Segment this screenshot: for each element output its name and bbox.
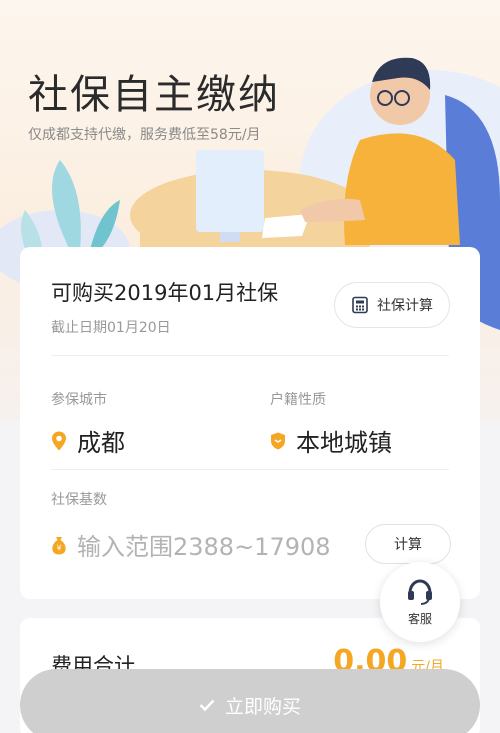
svg-text:¥: ¥	[56, 543, 61, 552]
city-selector[interactable]: 成都	[51, 423, 125, 458]
base-amount-input[interactable]: ¥ 输入范围2388~17908	[51, 527, 331, 562]
deadline-text: 截止日期01月20日	[51, 320, 171, 336]
hukou-selector[interactable]: 本地城镇	[270, 423, 392, 458]
base-label: 社保基数	[51, 492, 107, 508]
headset-icon	[408, 578, 432, 605]
customer-service-button[interactable]: 客服	[380, 562, 460, 642]
page-title: 社保自主缴纳	[28, 72, 280, 118]
base-amount-placeholder: 输入范围2388~17908	[77, 533, 331, 561]
money-bag-icon: ¥	[52, 536, 66, 554]
buy-now-label: 立即购买	[224, 695, 301, 718]
shield-icon	[271, 432, 285, 449]
city-value: 成都	[77, 429, 125, 457]
calculate-button[interactable]: 计算	[365, 524, 451, 564]
city-label: 参保城市	[51, 392, 107, 408]
check-icon	[199, 699, 215, 712]
social-security-calculator-button[interactable]: 社保计算	[334, 282, 450, 328]
hukou-label: 户籍性质	[270, 392, 326, 408]
hukou-value: 本地城镇	[296, 429, 392, 457]
calculator-button-label: 社保计算	[377, 298, 433, 314]
divider	[51, 469, 449, 470]
calculator-icon	[352, 296, 368, 314]
divider	[51, 355, 449, 356]
purchase-period-title: 可购买2019年01月社保	[51, 281, 279, 305]
buy-now-button[interactable]: 立即购买	[20, 669, 480, 733]
social-security-card: 可购买2019年01月社保 截止日期01月20日 社保计算 参保城市 成都 户籍…	[20, 247, 480, 599]
customer-service-label: 客服	[407, 611, 432, 626]
page-subtitle: 仅成都支持代缴，服务费低至58元/月	[28, 127, 261, 143]
location-pin-icon	[52, 431, 66, 450]
